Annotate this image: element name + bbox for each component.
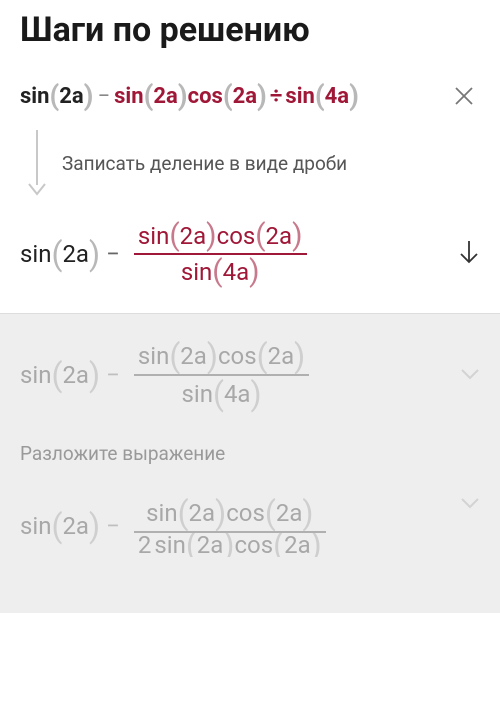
fn-sin: sin bbox=[181, 258, 212, 286]
faded-expression-row-cut[interactable]: sin ( 2a ) − sin ( 2a ) cos ( 2a ) 2 bbox=[20, 479, 480, 557]
chevron-down-icon[interactable] bbox=[460, 366, 480, 385]
paren-open: ( bbox=[213, 378, 224, 410]
coef: 2 bbox=[138, 533, 152, 557]
arg: 2a bbox=[62, 361, 89, 389]
arg: 2a bbox=[180, 342, 207, 370]
fn-cos: cos bbox=[226, 499, 265, 527]
result-expression: sin ( 2a ) − sin ( 2a ) cos ( 2a ) sin bbox=[20, 219, 307, 289]
paren-open: ( bbox=[265, 497, 276, 529]
divide-op: ÷ bbox=[267, 84, 286, 109]
fraction: sin ( 2a ) cos ( 2a ) 2 sin ( 2a ) bbox=[134, 495, 326, 557]
minus-op: − bbox=[100, 512, 126, 540]
fn-sin: sin bbox=[20, 84, 49, 109]
fn-cos: cos bbox=[218, 342, 257, 370]
paren-close: ) bbox=[178, 82, 188, 110]
arg: 2a bbox=[62, 512, 89, 540]
paren-open: ( bbox=[212, 257, 222, 287]
paren-open: ( bbox=[51, 238, 62, 270]
paren-open: ( bbox=[257, 340, 268, 372]
fn-sin: sin bbox=[138, 342, 169, 370]
fn-sin: sin bbox=[154, 533, 185, 557]
faded-step-description: Разложите выражение bbox=[20, 422, 480, 479]
paren-close: ) bbox=[292, 221, 302, 251]
arg: 4a bbox=[325, 84, 349, 109]
arg: 2a bbox=[180, 222, 207, 250]
chevron-down-icon[interactable] bbox=[460, 495, 480, 514]
fraction: sin ( 2a ) cos ( 2a ) sin ( 4a ) bbox=[134, 338, 309, 412]
paren-close: ) bbox=[89, 510, 100, 542]
fn-sin: sin bbox=[114, 84, 143, 109]
step-description: Записать деление в виде дроби bbox=[54, 130, 480, 197]
arg: 2a bbox=[233, 84, 257, 109]
paren-close: ) bbox=[302, 497, 313, 529]
fn-sin: sin bbox=[138, 222, 169, 250]
paren-open: ( bbox=[315, 82, 325, 110]
next-steps-section: sin ( 2a ) − sin ( 2a ) cos ( 2a ) sin bbox=[0, 313, 500, 613]
paren-close: ) bbox=[84, 82, 94, 110]
fn-sin: sin bbox=[285, 84, 314, 109]
paren-close: ) bbox=[294, 340, 305, 372]
minus-op: − bbox=[94, 84, 115, 109]
expand-down-icon[interactable] bbox=[458, 239, 480, 269]
arg: 2a bbox=[59, 84, 83, 109]
paren-close: ) bbox=[89, 359, 100, 391]
arg: 4a bbox=[223, 258, 250, 286]
paren-close: ) bbox=[249, 257, 259, 287]
faded-expression: sin ( 2a ) − sin ( 2a ) cos ( 2a ) sin bbox=[20, 338, 309, 412]
result-expression-row: sin ( 2a ) − sin ( 2a ) cos ( 2a ) sin bbox=[20, 207, 480, 313]
minus-op: − bbox=[100, 240, 126, 268]
page-title: Шаги по решению bbox=[20, 10, 480, 50]
paren-open: ( bbox=[169, 221, 179, 251]
paren-open: ( bbox=[51, 510, 62, 542]
step-connector: Записать деление в виде дроби bbox=[20, 130, 480, 207]
fn-cos: cos bbox=[234, 533, 273, 557]
paren-close: ) bbox=[257, 82, 267, 110]
paren-open: ( bbox=[255, 221, 265, 251]
faded-expression: sin ( 2a ) − sin ( 2a ) cos ( 2a ) 2 bbox=[20, 495, 326, 557]
paren-close: ) bbox=[206, 221, 216, 251]
fn-sin: sin bbox=[20, 361, 51, 389]
paren-close: ) bbox=[89, 238, 100, 270]
fn-cos: cos bbox=[217, 222, 256, 250]
arg: 2a bbox=[276, 499, 303, 527]
arg: 2a bbox=[266, 222, 293, 250]
fraction: sin ( 2a ) cos ( 2a ) sin ( 4a ) bbox=[134, 219, 307, 289]
fn-sin: sin bbox=[146, 499, 177, 527]
fn-sin: sin bbox=[182, 380, 213, 408]
arg: 2a bbox=[189, 499, 216, 527]
original-expression-row: sin ( 2a ) − sin ( 2a ) cos ( 2a ) ÷ sin… bbox=[20, 70, 480, 130]
paren-close: ) bbox=[207, 340, 218, 372]
paren-open: ( bbox=[273, 533, 284, 557]
paren-open: ( bbox=[223, 82, 233, 110]
fn-sin: sin bbox=[20, 240, 51, 268]
minus-op: − bbox=[100, 361, 126, 389]
paren-open: ( bbox=[51, 359, 62, 391]
arg: 2a bbox=[197, 533, 224, 557]
arg: 2a bbox=[62, 240, 89, 268]
paren-close: ) bbox=[311, 533, 322, 557]
arg: 2a bbox=[268, 342, 295, 370]
arg: 2a bbox=[284, 533, 311, 557]
faded-expression-row[interactable]: sin ( 2a ) − sin ( 2a ) cos ( 2a ) sin bbox=[20, 314, 480, 422]
arg: 2a bbox=[153, 84, 177, 109]
paren-open: ( bbox=[186, 533, 197, 557]
paren-close: ) bbox=[250, 378, 261, 410]
arrow-down-icon bbox=[28, 183, 46, 197]
paren-close: ) bbox=[349, 82, 359, 110]
close-icon[interactable] bbox=[448, 80, 480, 112]
paren-open: ( bbox=[178, 497, 189, 529]
fn-cos: cos bbox=[188, 84, 223, 109]
fn-sin: sin bbox=[20, 512, 51, 540]
paren-close: ) bbox=[215, 497, 226, 529]
paren-close: ) bbox=[223, 533, 234, 557]
original-expression: sin ( 2a ) − sin ( 2a ) cos ( 2a ) ÷ sin… bbox=[20, 82, 359, 110]
paren-open: ( bbox=[169, 340, 180, 372]
arg: 4a bbox=[224, 380, 251, 408]
paren-open: ( bbox=[144, 82, 154, 110]
paren-open: ( bbox=[49, 82, 59, 110]
